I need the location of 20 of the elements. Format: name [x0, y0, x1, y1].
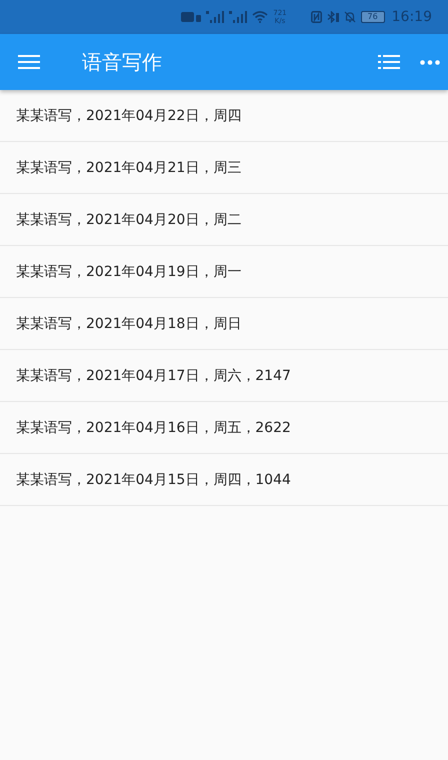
- signal-icon: [206, 11, 224, 23]
- bell-off-icon: [344, 11, 356, 23]
- bluetooth-icon: [326, 11, 339, 23]
- more-icon: [420, 60, 440, 64]
- app-title: 语音写作: [82, 48, 162, 76]
- list-item[interactable]: 某某语写，2021年04月22日，周四: [0, 90, 448, 142]
- list-item[interactable]: 某某语写，2021年04月16日，周五，2622: [0, 402, 448, 454]
- signal-icon: [229, 11, 248, 23]
- list-item[interactable]: 某某语写，2021年04月19日，周一: [0, 246, 448, 298]
- list-item[interactable]: 某某语写，2021年04月20日，周二: [0, 194, 448, 246]
- wifi-icon: [252, 11, 268, 23]
- list-icon: [378, 55, 400, 69]
- list-item[interactable]: 某某语写，2021年04月21日，周三: [0, 142, 448, 194]
- menu-icon: [18, 55, 40, 69]
- nfc-icon: [310, 11, 322, 23]
- list-item[interactable]: 某某语写，2021年04月15日，周四，1044: [0, 454, 448, 506]
- list-item[interactable]: 某某语写，2021年04月18日，周日: [0, 298, 448, 350]
- battery-level: 76: [368, 12, 378, 21]
- clock: 16:19: [392, 9, 432, 25]
- list-item[interactable]: 某某语写，2021年04月17日，周六，2147: [0, 350, 448, 402]
